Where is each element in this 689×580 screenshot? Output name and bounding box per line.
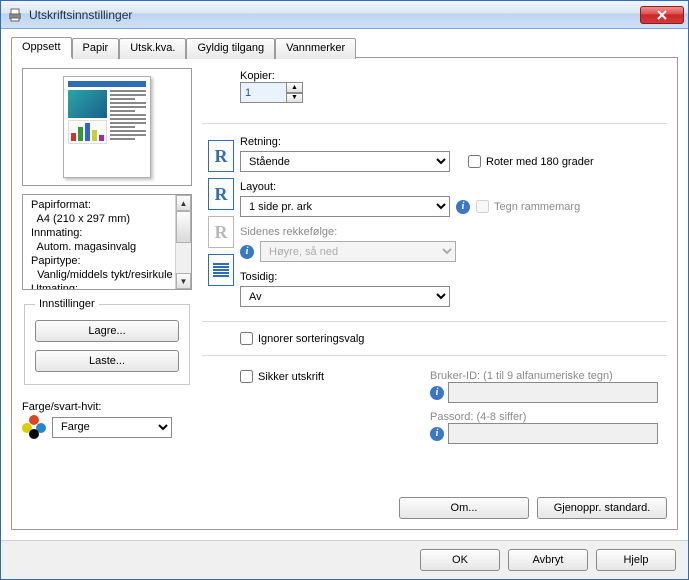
page-preview-mock (63, 76, 151, 178)
layout-options-row: R R R Retning: Stående Roter med 180 gra… (202, 134, 667, 307)
secure-print-section: Sikker utskrift Bruker-ID: (1 til 9 alfa… (240, 370, 667, 444)
cancel-button[interactable]: Avbryt (508, 549, 588, 571)
orientation-label: Retning: (240, 136, 667, 148)
layout-label: Layout: (240, 181, 667, 193)
restore-defaults-button[interactable]: Gjenoppr. standard. (537, 497, 667, 519)
client-area: Oppsett Papir Utsk.kva. Gyldig tilgang V… (1, 29, 688, 540)
right-column: Kopier: ▲▼ R R R Retning: (202, 68, 667, 519)
pageorder-label: Sidenes rekkefølge: (240, 226, 667, 238)
user-id-label: Bruker-ID: (1 til 9 alfanumeriske tegn) (430, 370, 667, 382)
info-icon[interactable]: i (456, 200, 470, 214)
copies-input[interactable] (240, 82, 286, 103)
scroll-track[interactable] (176, 243, 191, 273)
layout-icon: R (208, 178, 234, 210)
rotate-180-label: Roter med 180 grader (486, 156, 594, 168)
window-title: Utskriftsinnstillinger (29, 8, 640, 22)
info-icon[interactable]: i (240, 245, 254, 259)
password-input (448, 423, 658, 444)
paper-info-text: Papirformat: A4 (210 x 297 mm) Innmating… (23, 195, 175, 289)
ignore-sort-row[interactable]: Ignorer sorteringsvalg (240, 332, 667, 345)
tab-strip: Oppsett Papir Utsk.kva. Gyldig tilgang V… (11, 37, 678, 58)
orientation-select[interactable]: Stående (240, 151, 450, 172)
tab-quality[interactable]: Utsk.kva. (119, 38, 186, 59)
tab-valid-access[interactable]: Gyldig tilgang (186, 38, 275, 59)
info-icon[interactable]: i (430, 427, 444, 441)
tab-layout[interactable]: Oppsett (11, 37, 72, 58)
orientation-icon: R (208, 140, 234, 172)
load-button[interactable]: Laste... (35, 350, 179, 372)
dialog-footer: OK Avbryt Hjelp (1, 540, 688, 579)
tab-page-layout: Papirformat: A4 (210 x 297 mm) Innmating… (11, 57, 678, 530)
left-column: Papirformat: A4 (210 x 297 mm) Innmating… (22, 68, 192, 519)
secure-print-row[interactable]: Sikker utskrift (240, 370, 410, 383)
duplex-select[interactable]: Av (240, 286, 450, 307)
color-swatch-icon (22, 415, 46, 439)
copies-section: Kopier: ▲▼ (202, 68, 667, 103)
settings-group-legend: Innstillinger (35, 298, 99, 310)
tab-paper[interactable]: Papir (72, 38, 120, 59)
duplex-icon (208, 254, 234, 286)
ignore-sort-checkbox[interactable] (240, 332, 253, 345)
rotate-180-checkbox-row[interactable]: Roter med 180 grader (468, 155, 594, 168)
about-button[interactable]: Om... (399, 497, 529, 519)
password-label: Passord: (4-8 siffer) (430, 411, 667, 423)
pageorder-select: Høyre, så ned (260, 241, 456, 262)
rotate-180-checkbox[interactable] (468, 155, 481, 168)
color-label: Farge/svart-hvit: (22, 401, 192, 413)
pageorder-icon: R (208, 216, 234, 248)
info-icon[interactable]: i (430, 386, 444, 400)
duplex-label: Tosidig: (240, 271, 667, 283)
titlebar[interactable]: Utskriftsinnstillinger (1, 1, 688, 29)
secure-print-checkbox[interactable] (240, 370, 253, 383)
settings-group: Innstillinger Lagre... Laste... (24, 298, 190, 385)
close-button[interactable] (640, 6, 684, 24)
scroll-up-button[interactable]: ▲ (176, 195, 191, 211)
frame-margin-label: Tegn rammemarg (494, 201, 580, 213)
ignore-sort-label: Ignorer sorteringsvalg (258, 333, 364, 345)
scrollbar[interactable]: ▲ ▼ (175, 195, 191, 289)
page-preview (22, 68, 192, 186)
paper-info-box: Papirformat: A4 (210 x 297 mm) Innmating… (22, 194, 192, 290)
color-section: Farge/svart-hvit: Farge (22, 401, 192, 439)
secure-print-label: Sikker utskrift (258, 371, 324, 383)
scroll-thumb[interactable] (176, 211, 191, 243)
copies-down[interactable]: ▼ (286, 93, 303, 104)
frame-margin-checkbox-row: Tegn rammemarg (476, 200, 580, 213)
ok-button[interactable]: OK (420, 549, 500, 571)
layout-select[interactable]: 1 side pr. ark (240, 196, 450, 217)
page-actions: Om... Gjenoppr. standard. (202, 483, 667, 519)
printer-icon (7, 7, 23, 23)
user-id-input (448, 382, 658, 403)
copies-up[interactable]: ▲ (286, 82, 303, 93)
copies-label: Kopier: (240, 70, 667, 82)
tab-watermarks[interactable]: Vannmerker (275, 38, 356, 59)
color-select[interactable]: Farge (52, 417, 172, 438)
copies-spinner[interactable]: ▲▼ (240, 82, 667, 103)
print-settings-window: Utskriftsinnstillinger Oppsett Papir Uts… (0, 0, 689, 580)
frame-margin-checkbox (476, 200, 489, 213)
help-button[interactable]: Hjelp (596, 549, 676, 571)
save-button[interactable]: Lagre... (35, 320, 179, 342)
scroll-down-button[interactable]: ▼ (176, 273, 191, 289)
